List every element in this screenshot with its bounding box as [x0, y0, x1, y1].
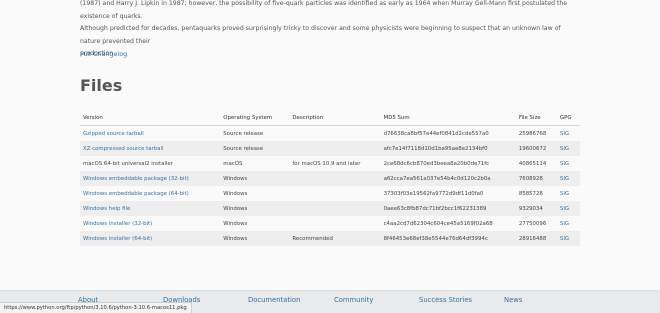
md5-cell: 0aee63c8fb87dc71bf2bcc1f62231389	[380, 201, 516, 216]
table-row: XZ compressed source tarball Source relea…	[80, 141, 580, 156]
os-cell: macOS	[220, 156, 290, 171]
version-link[interactable]: XZ compressed source tarball	[83, 146, 164, 152]
gpg-link[interactable]: SIG	[560, 236, 569, 242]
file-size-cell: 27750096	[515, 216, 557, 231]
file-size-cell: 28916488	[515, 231, 557, 246]
gpg-cell: SIG	[556, 216, 580, 231]
os-cell: Source release	[220, 141, 290, 156]
version-cell: Gzipped source tarball	[80, 125, 221, 141]
intro-line-3: production.	[80, 50, 116, 57]
description-cell	[289, 125, 381, 141]
version-cell: macOS 64-bit universal2 installer	[80, 156, 221, 171]
gpg-link[interactable]: SIG	[560, 176, 569, 182]
file-size-cell: 8585728	[515, 186, 557, 201]
table-row: Windows embeddable package (64-bit) Windo…	[80, 186, 580, 201]
full-changelog-link[interactable]: Full Changelog	[80, 50, 127, 58]
gpg-link[interactable]: SIG	[560, 221, 569, 227]
version-link[interactable]: Windows embeddable package (64-bit)	[83, 191, 189, 197]
gpg-cell: SIG	[556, 156, 580, 171]
file-size-cell: 25986768	[515, 125, 557, 141]
intro-paragraph: (1987) and Harry J. Lipkin in 1987; howe…	[80, 0, 570, 61]
table-row: Windows embeddable package (32-bit) Windo…	[80, 171, 580, 186]
file-size-cell: 9329034	[515, 201, 557, 216]
os-cell: Windows	[220, 231, 290, 246]
md5-cell: 8f46453e68ef38e5544e76d64df3994c	[380, 231, 516, 246]
os-cell: Source release	[220, 125, 290, 141]
description-cell: for macOS 10.9 and later	[289, 156, 381, 171]
version-link[interactable]: Windows embeddable package (32-bit)	[83, 176, 189, 182]
table-row: Windows help file Windows 0aee63c8fb87dc71…	[80, 201, 580, 216]
md5-cell: 37303f03e19562fa9772d9df11d0fa0	[380, 186, 516, 201]
column-header-description: Description	[289, 110, 381, 126]
version-link[interactable]: Windows help file	[83, 206, 130, 212]
table-row: Windows installer (64-bit) Windows Recomme…	[80, 231, 580, 246]
gpg-cell: SIG	[556, 125, 580, 141]
gpg-link[interactable]: SIG	[560, 131, 569, 137]
version-cell: XZ compressed source tarball	[80, 141, 221, 156]
version-cell: Windows installer (32-bit)	[80, 216, 221, 231]
gpg-link[interactable]: SIG	[560, 161, 569, 167]
md5-cell: a62cca7ea561a037e54b4c0d120c2b0a	[380, 171, 516, 186]
column-header-file-size: File Size	[515, 110, 557, 126]
md5-cell: 2ce68dc6cb870ed3beea8a20b0de71fc	[380, 156, 516, 171]
footer-link-news[interactable]: News	[504, 296, 522, 304]
main-content: (1987) and Harry J. Lipkin in 1987; howe…	[0, 0, 660, 290]
description-cell	[289, 216, 381, 231]
gpg-cell: SIG	[556, 231, 580, 246]
version-link[interactable]: Windows installer (64-bit)	[83, 236, 152, 242]
version-cell: Windows embeddable package (64-bit)	[80, 186, 221, 201]
version-cell: Windows embeddable package (32-bit)	[80, 171, 221, 186]
gpg-cell: SIG	[556, 171, 580, 186]
column-header-gpg: GPG	[556, 110, 580, 126]
description-cell	[289, 201, 381, 216]
gpg-cell: SIG	[556, 141, 580, 156]
version-cell: Windows installer (64-bit)	[80, 231, 221, 246]
files-table-header: Version Operating System Description MD5…	[80, 110, 580, 126]
link-status-bar: https://www.python.org/ftp/python/3.10.6…	[0, 302, 192, 313]
column-header-os: Operating System	[220, 110, 290, 126]
description-cell	[289, 171, 381, 186]
gpg-cell: SIG	[556, 201, 580, 216]
md5-cell: c4aa2cd7d62304c604ce45a5169f02a68	[380, 216, 516, 231]
table-row: Gzipped source tarball Source release d766…	[80, 125, 580, 141]
column-header-version: Version	[80, 110, 221, 126]
description-cell	[289, 186, 381, 201]
version-cell: Windows help file	[80, 201, 221, 216]
md5-cell: afc7e14f7118d10d1ba95ae8e2134bf0	[380, 141, 516, 156]
version-link[interactable]: Windows installer (32-bit)	[83, 221, 152, 227]
os-cell: Windows	[220, 201, 290, 216]
file-size-cell: 40865114	[515, 156, 557, 171]
gpg-cell: SIG	[556, 186, 580, 201]
files-table: Version Operating System Description MD5…	[80, 110, 580, 246]
intro-line-2: Although predicted for decades, pentaqua…	[80, 25, 561, 45]
footer-link-community[interactable]: Community	[334, 296, 373, 304]
os-cell: Windows	[220, 171, 290, 186]
files-heading: Files	[80, 76, 123, 95]
version-link[interactable]: Gzipped source tarball	[83, 131, 144, 137]
file-size-cell: 7608928	[515, 171, 557, 186]
intro-line-1: (1987) and Harry J. Lipkin in 1987; howe…	[80, 0, 568, 20]
os-cell: Windows	[220, 186, 290, 201]
os-cell: Windows	[220, 216, 290, 231]
column-header-md5: MD5 Sum	[380, 110, 516, 126]
md5-cell: d76638ca8bf57e44ef0841d2cde557a0	[380, 125, 516, 141]
table-row: macOS 64-bit universal2 installer macOS fo…	[80, 156, 580, 171]
footer-link-documentation[interactable]: Documentation	[248, 296, 300, 304]
table-row: Windows installer (32-bit) Windows c4aa2cd…	[80, 216, 580, 231]
footer-link-success-stories[interactable]: Success Stories	[419, 296, 472, 304]
file-size-cell: 19600672	[515, 141, 557, 156]
gpg-link[interactable]: SIG	[560, 146, 569, 152]
description-cell	[289, 141, 381, 156]
gpg-link[interactable]: SIG	[560, 191, 569, 197]
gpg-link[interactable]: SIG	[560, 206, 569, 212]
description-cell: Recommended	[289, 231, 381, 246]
